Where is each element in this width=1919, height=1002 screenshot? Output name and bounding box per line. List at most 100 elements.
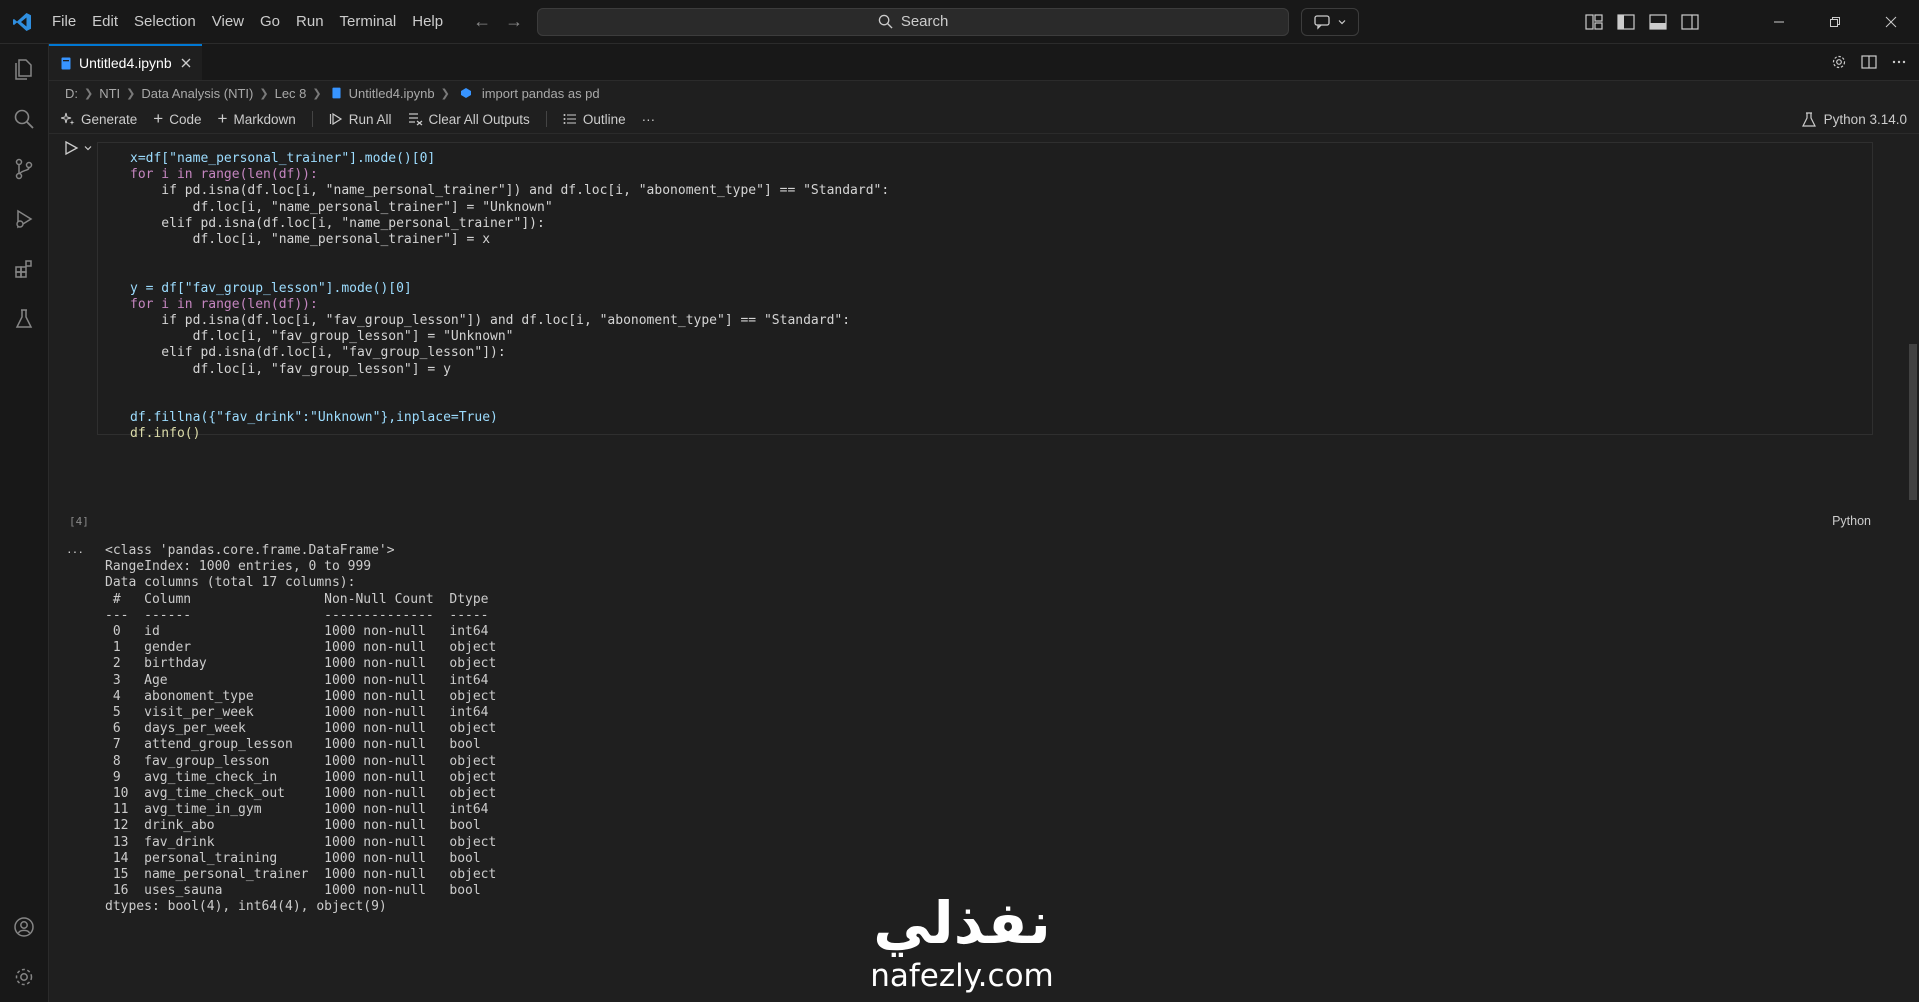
menu-file[interactable]: File: [44, 0, 84, 43]
output-line: # Column Non-Null Count Dtype: [105, 591, 497, 607]
run-all-label: Run All: [348, 111, 392, 127]
code-label: Code: [169, 111, 202, 127]
clear-all-outputs-label: Clear All Outputs: [428, 111, 530, 127]
more-actions-icon[interactable]: [1891, 54, 1907, 70]
restore-icon[interactable]: [1807, 0, 1863, 43]
command-center-search[interactable]: Search: [537, 7, 1290, 36]
toggle-secondary-sidebar-icon[interactable]: [1681, 13, 1699, 30]
settings-icon[interactable]: [1831, 54, 1847, 70]
toggle-panel-icon[interactable]: [1649, 13, 1667, 30]
notebook-toolbar: Generate + Code + Markdown Run All Clear…: [49, 105, 1919, 134]
output-line: 13 fav_drink 1000 non-null object: [105, 834, 497, 850]
breadcrumb: D: ❯ NTI ❯ Data Analysis (NTI) ❯ Lec 8 ❯…: [49, 81, 1919, 105]
menu-run[interactable]: Run: [288, 0, 332, 43]
cell-language-label[interactable]: Python: [1832, 514, 1871, 528]
output-line: 1 gender 1000 non-null object: [105, 640, 497, 656]
split-editor-icon[interactable]: [1861, 54, 1877, 70]
editor-area: Untitled4.ipynb D: ❯ NTI ❯ Data Analysis…: [49, 44, 1919, 1002]
tab-bar: Untitled4.ipynb: [49, 44, 1919, 81]
testing-icon[interactable]: [0, 294, 48, 344]
menu-go[interactable]: Go: [252, 0, 288, 43]
breadcrumb-drive[interactable]: D:: [65, 86, 78, 101]
code-line: if pd.isna(df.loc[i, "fav_group_lesson"]…: [130, 313, 851, 329]
watermark-latin: nafezly.com: [870, 958, 1054, 994]
breadcrumb-nti[interactable]: NTI: [99, 86, 120, 101]
toolbar-divider: [311, 111, 313, 127]
plus-icon: +: [217, 109, 228, 128]
nafezly-watermark: نفذلي nafezly.com: [852, 888, 1072, 1000]
breadcrumb-cell[interactable]: import pandas as pd: [482, 86, 600, 101]
list-icon: [563, 114, 576, 124]
code-line: elif pd.isna(df.loc[i, "name_personal_tr…: [130, 215, 545, 231]
source-control-icon[interactable]: [0, 144, 48, 194]
toggle-primary-sidebar-icon[interactable]: [1617, 13, 1635, 30]
accounts-icon[interactable]: [0, 902, 48, 952]
code-line: df.info(): [130, 426, 201, 442]
output-line: RangeIndex: 1000 entries, 0 to 999: [105, 559, 372, 575]
run-all-icon: [329, 112, 342, 126]
menu-terminal[interactable]: Terminal: [332, 0, 405, 43]
clear-all-outputs-button[interactable]: Clear All Outputs: [408, 112, 530, 127]
forward-arrow-icon[interactable]: →: [505, 11, 523, 32]
close-window-icon[interactable]: [1863, 0, 1919, 43]
code-line: df.loc[i, "name_personal_trainer"] = "Un…: [130, 199, 553, 215]
code-line: df.loc[i, "name_personal_trainer"] = x: [130, 232, 491, 248]
code-line: df.fillna({"fav_drink":"Unknown"},inplac…: [130, 410, 498, 426]
chevron-right-icon: ❯: [440, 87, 450, 100]
code-line: df.loc[i, "fav_group_lesson"] = y: [130, 361, 451, 377]
code-cell-icon: [460, 88, 471, 98]
output-line: 0 id 1000 non-null int64: [105, 624, 497, 640]
chevron-right-icon: ❯: [259, 87, 269, 100]
breadcrumb-lec8[interactable]: Lec 8: [275, 86, 307, 101]
back-arrow-icon[interactable]: ←: [473, 11, 491, 32]
output-line: 10 avg_time_check_out 1000 non-null obje…: [105, 786, 497, 802]
output-line: 15 name_personal_trainer 1000 non-null o…: [105, 867, 497, 883]
run-all-button[interactable]: Run All: [329, 112, 392, 127]
code-line: if pd.isna(df.loc[i, "name_personal_trai…: [130, 183, 890, 199]
code-line: for i in range(len(df)):: [130, 167, 318, 183]
toolbar-more-button[interactable]: ···: [642, 112, 656, 127]
cell-run-controls: [63, 140, 93, 156]
chevron-down-icon[interactable]: [83, 143, 93, 153]
editor-scrollbar[interactable]: [1909, 344, 1917, 500]
output-line: --- ------ -------------- -----: [105, 607, 497, 623]
minimize-icon[interactable]: [1751, 0, 1807, 43]
extensions-icon[interactable]: [0, 244, 48, 294]
execution-count: [4]: [69, 515, 89, 528]
close-icon[interactable]: [180, 57, 192, 69]
menu-view[interactable]: View: [204, 0, 252, 43]
chat-icon: [1314, 14, 1330, 30]
add-markdown-cell-button[interactable]: + Markdown: [218, 109, 296, 129]
search-view-icon[interactable]: [0, 94, 48, 144]
markdown-label: Markdown: [233, 111, 296, 127]
customize-layout-icon[interactable]: [1585, 13, 1603, 30]
cell-output: <class 'pandas.core.frame.DataFrame'> Ra…: [105, 543, 496, 916]
code-line: for i in range(len(df)):: [130, 296, 318, 312]
gear-icon[interactable]: [0, 952, 48, 1002]
generate-button[interactable]: Generate: [61, 112, 137, 127]
code-line: y = df["fav_group_lesson"].mode()[0]: [130, 280, 412, 296]
output-line: 9 avg_time_check_in 1000 non-null object: [105, 769, 497, 785]
explorer-icon[interactable]: [0, 44, 48, 94]
run-debug-icon[interactable]: [0, 194, 48, 244]
output-line: 3 Age 1000 non-null int64: [105, 672, 497, 688]
outline-button[interactable]: Outline: [563, 112, 626, 127]
code-cell-editor[interactable]: x=df["name_personal_trainer"].mode()[0] …: [97, 142, 1873, 441]
output-actions-ellipsis-icon[interactable]: ···: [67, 543, 84, 559]
output-line: Data columns (total 17 columns):: [105, 575, 356, 591]
code-line: x=df["name_personal_trainer"].mode()[0]: [130, 151, 436, 166]
breadcrumb-file[interactable]: Untitled4.ipynb: [349, 86, 435, 101]
output-line: 8 fav_group_lesson 1000 non-null object: [105, 753, 497, 769]
run-cell-icon[interactable]: [63, 140, 79, 156]
add-code-cell-button[interactable]: + Code: [153, 109, 201, 129]
menu-selection[interactable]: Selection: [126, 0, 204, 43]
output-line: 12 drink_abo 1000 non-null bool: [105, 818, 497, 834]
menu-help[interactable]: Help: [404, 0, 451, 43]
chat-button[interactable]: [1301, 7, 1360, 36]
menu-edit[interactable]: Edit: [84, 0, 126, 43]
breadcrumb-data-analysis[interactable]: Data Analysis (NTI): [141, 86, 253, 101]
title-bar: File Edit Selection View Go Run Terminal…: [0, 0, 1919, 44]
tab-untitled4-notebook[interactable]: Untitled4.ipynb: [49, 44, 202, 80]
generate-label: Generate: [81, 111, 138, 127]
kernel-picker[interactable]: Python 3.14.0: [1801, 105, 1907, 133]
